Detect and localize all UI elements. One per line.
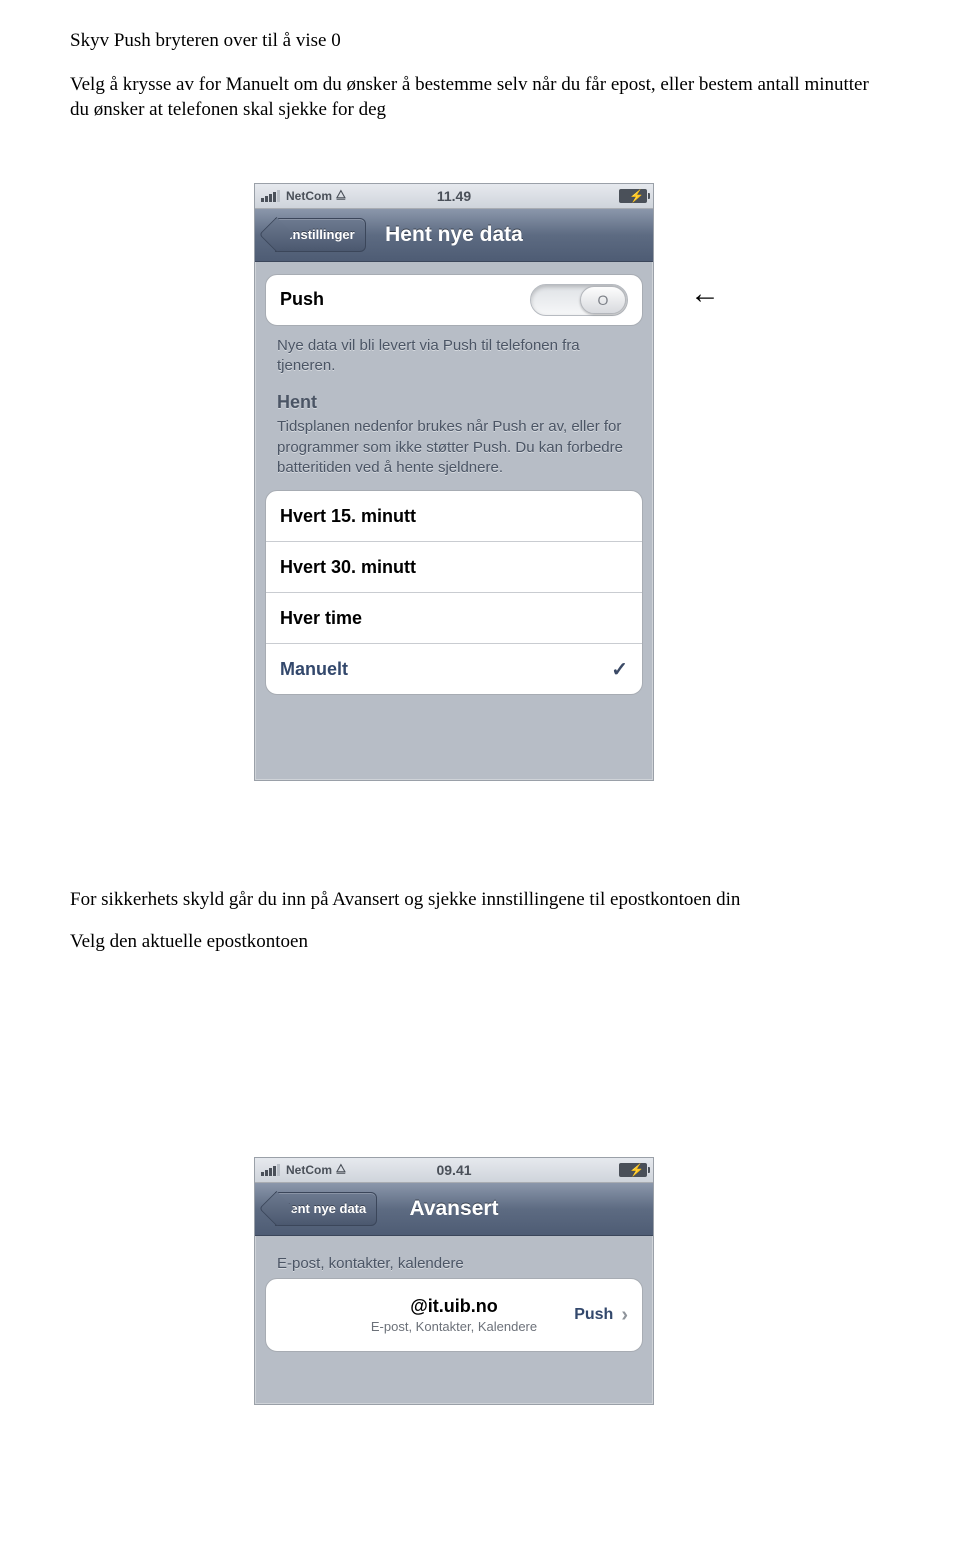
interval-option-manuelt[interactable]: Manuelt ✓ [266, 643, 642, 694]
status-bar: NetCom ⧋ 11.49 ⚡ [255, 184, 653, 209]
accounts-section-header: E-post, kontakter, kalendere [265, 1248, 643, 1278]
back-button-innstillinger[interactable]: Innstillinger [275, 218, 366, 252]
interval-option-label: Hver time [280, 608, 628, 629]
arrow-annotation: ← [690, 277, 720, 311]
interval-option-30[interactable]: Hvert 30. minutt [266, 541, 642, 592]
doc-paragraph-1: Skyv Push bryteren over til å vise 0 [70, 28, 890, 54]
push-row[interactable]: Push O [266, 275, 642, 325]
hent-description: Tidsplanen nedenfor brukes når Push er a… [265, 415, 643, 480]
carrier-label: NetCom [286, 1163, 332, 1177]
account-title: @it.uib.no [410, 1296, 498, 1317]
push-group: Push O [265, 274, 643, 326]
nav-bar: Innstillinger Hent nye data [255, 209, 653, 262]
carrier-label: NetCom [286, 189, 332, 203]
back-button-hent-nye-data[interactable]: Hent nye data [275, 1192, 377, 1226]
wifi-icon: ⧋ [336, 1163, 346, 1176]
push-description: Nye data vil bli levert via Push til tel… [265, 326, 643, 379]
back-button-label: Hent nye data [281, 1201, 366, 1216]
account-value: Push [574, 1306, 613, 1324]
interval-option-hour[interactable]: Hver time [266, 592, 642, 643]
interval-option-label: Hvert 30. minutt [280, 557, 628, 578]
push-toggle[interactable]: O [530, 284, 628, 316]
interval-option-label: Manuelt [280, 659, 611, 680]
battery-icon: ⚡ [619, 189, 647, 203]
account-row[interactable]: @it.uib.no E-post, Kontakter, Kalendere … [266, 1279, 642, 1351]
status-bar: NetCom ⧋ 09.41 ⚡ [255, 1158, 653, 1183]
wifi-icon: ⧋ [336, 189, 346, 202]
push-toggle-knob: O [580, 286, 626, 314]
back-button-label: Innstillinger [281, 227, 355, 242]
interval-group: Hvert 15. minutt Hvert 30. minutt Hver t… [265, 490, 643, 695]
doc-paragraph-3: For sikkerhets skyld går du inn på Avans… [70, 887, 890, 913]
signal-icon [261, 190, 280, 202]
checkmark-icon: ✓ [611, 657, 628, 682]
doc-paragraph-2: Velg å krysse av for Manuelt om du ønske… [70, 72, 890, 123]
phone-screenshot-hent-nye-data: NetCom ⧋ 11.49 ⚡ Innstillinger Hent nye … [254, 183, 654, 781]
doc-paragraph-4: Velg den aktuelle epostkontoen [70, 929, 890, 955]
status-time: 11.49 [437, 188, 471, 204]
account-subtitle: E-post, Kontakter, Kalendere [371, 1319, 537, 1334]
status-time: 09.41 [436, 1162, 471, 1178]
hent-header: Hent [265, 378, 643, 415]
push-label: Push [280, 289, 530, 310]
battery-icon: ⚡ [619, 1163, 647, 1177]
accounts-group: @it.uib.no E-post, Kontakter, Kalendere … [265, 1278, 643, 1352]
phone-screenshot-avansert: NetCom ⧋ 09.41 ⚡ Hent nye data Avansert … [254, 1157, 654, 1405]
chevron-right-icon: › [621, 1304, 628, 1327]
interval-option-label: Hvert 15. minutt [280, 506, 628, 527]
screenshots-container: ← NetCom ⧋ 11.49 ⚡ Innstillinger Hent ny… [70, 183, 890, 1383]
signal-icon [261, 1164, 280, 1176]
nav-bar: Hent nye data Avansert [255, 1183, 653, 1236]
interval-option-15[interactable]: Hvert 15. minutt [266, 491, 642, 541]
